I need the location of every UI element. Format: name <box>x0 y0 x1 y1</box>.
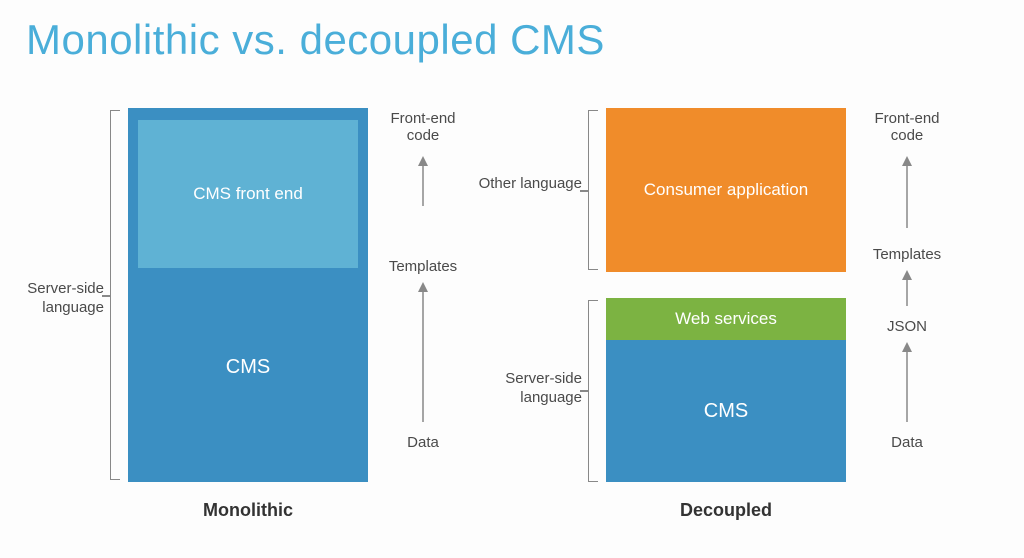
mono-bracket-tick <box>102 295 110 297</box>
dec-arrow-label-bottom: Data <box>862 434 952 451</box>
dec-server-bracket-tick <box>580 390 588 392</box>
arrow-up-icon <box>899 156 915 228</box>
mono-caption: Monolithic <box>128 500 368 521</box>
dec-other-bracket-label: Other language <box>478 175 582 194</box>
diagram-title: Monolithic vs. decoupled CMS <box>26 16 605 64</box>
mono-frontend-box: CMS front end <box>138 120 358 268</box>
mono-arrow-label-bottom: Data <box>378 434 468 451</box>
dec-arrow-label-json: JSON <box>862 318 952 335</box>
mono-bracket-label: Server-side language <box>16 280 104 318</box>
mono-arrow-label-mid: Templates <box>378 258 468 275</box>
dec-webservices-box: Web services <box>606 298 846 340</box>
dec-arrow-label-mid: Templates <box>862 246 952 263</box>
dec-server-bracket-label: Server-side language <box>478 370 582 408</box>
dec-other-bracket-tick <box>580 190 588 192</box>
arrow-up-icon <box>415 282 431 422</box>
dec-server-bracket <box>588 300 598 482</box>
arrow-up-icon <box>899 342 915 422</box>
dec-arrow-label-top: Front-end code <box>862 110 952 144</box>
arrow-up-icon <box>899 270 915 306</box>
arrow-up-icon <box>415 156 431 206</box>
mono-bracket <box>110 110 120 480</box>
dec-cms-box: CMS <box>606 340 846 482</box>
dec-consumer-box: Consumer application <box>606 108 846 272</box>
dec-other-bracket <box>588 110 598 270</box>
mono-cms-label: CMS <box>128 356 368 379</box>
mono-arrow-label-top: Front-end code <box>378 110 468 144</box>
dec-caption: Decoupled <box>606 500 846 521</box>
